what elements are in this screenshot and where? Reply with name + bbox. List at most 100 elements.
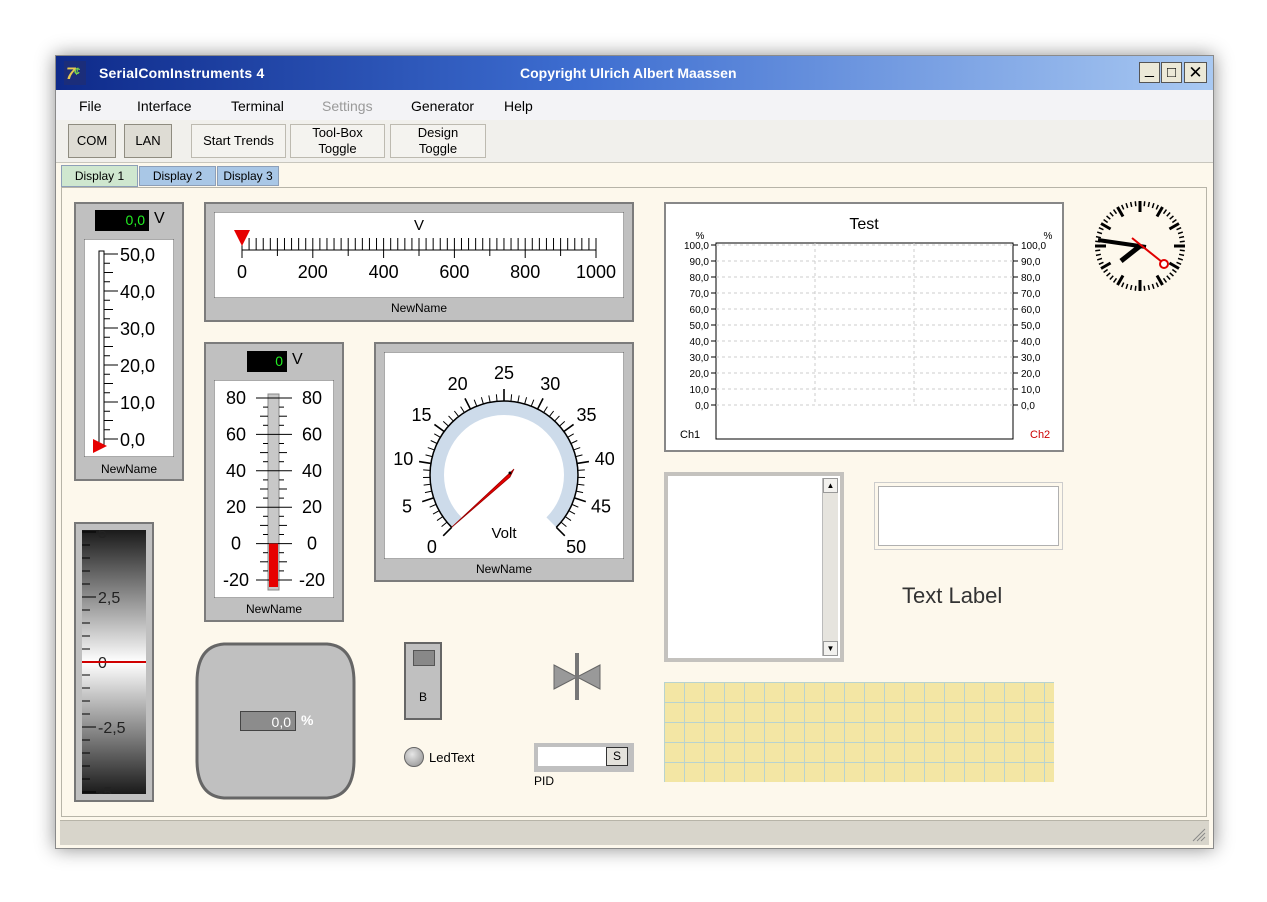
gauge-tick-label: 15 <box>411 405 431 425</box>
tab-strip: Display 1 Display 2 Display 3 <box>56 163 1213 187</box>
minimize-button[interactable]: _ <box>1139 61 1160 83</box>
clock-minute-mark <box>1176 261 1182 265</box>
clock-minute-mark <box>1103 218 1109 224</box>
menu-help[interactable]: Help <box>504 98 533 114</box>
vertical-meter-tick-label: 50,0 <box>120 245 155 265</box>
slide-scale: 5 2,5 0 -2,5 -5 <box>82 530 146 794</box>
clock-minute-mark <box>1112 209 1118 215</box>
text-box[interactable] <box>874 482 1063 550</box>
clock-minute-mark <box>1109 275 1114 280</box>
gauge-panel[interactable]: 0 5 10 15 20 25 30 35 40 45 50 Volt NewName <box>374 342 634 582</box>
trend-left-tick-label: 40,0 <box>690 337 710 348</box>
switch-label: B <box>418 690 427 704</box>
vertical-meter-value: 0,0 <box>95 210 149 231</box>
horizontal-meter-scale: V 0 200 400 600 800 1000 <box>214 212 624 298</box>
clock-minute-mark <box>1151 202 1155 209</box>
gauge-tick-label: 45 <box>591 497 611 517</box>
clock-minute-mark <box>1162 209 1168 215</box>
design-toggle-button[interactable]: Design Toggle <box>390 124 486 158</box>
vertical-meter-tick-label: 0,0 <box>120 430 145 450</box>
grid-panel[interactable] <box>664 682 1054 782</box>
pid-control[interactable]: S <box>534 743 634 772</box>
title-bar[interactable]: 7 ¢ SerialComInstruments 4 Copyright Ulr… <box>56 56 1213 90</box>
clock-minute-mark <box>1134 285 1137 291</box>
clock-minute-mark <box>1147 284 1151 291</box>
close-button[interactable]: ✕ <box>1184 62 1207 83</box>
menu-settings[interactable]: Settings <box>322 98 373 114</box>
lan-button[interactable]: LAN <box>124 124 172 158</box>
menu-file[interactable]: File <box>79 98 102 114</box>
clock-minute-mark <box>1103 268 1109 274</box>
pid-label: PID <box>534 774 555 788</box>
clock-minute-mark <box>1106 215 1111 220</box>
menu-generator[interactable]: Generator <box>411 98 474 114</box>
thermometer-tick-label-right: 20 <box>302 497 322 517</box>
tank[interactable]: 0,0 % <box>194 642 357 800</box>
clock-minute-mark <box>1129 284 1133 291</box>
clock-hour-mark <box>1116 206 1125 218</box>
clock-minute-mark <box>1134 201 1137 207</box>
copyright-text: Copyright Ulrich Albert Maassen <box>520 65 737 81</box>
menu-terminal[interactable]: Terminal <box>231 98 284 114</box>
trend-right-tick-label: 60,0 <box>1021 305 1041 316</box>
clock-minute-mark <box>1155 282 1159 288</box>
clock-minute-mark <box>1169 215 1174 220</box>
clock-minute-mark <box>1162 277 1168 283</box>
vertical-meter-unit: V <box>154 210 165 227</box>
list-scrollbar[interactable]: ▲ ▼ <box>822 478 838 656</box>
trend-right-tick-label: 30,0 <box>1021 353 1041 364</box>
tab-display-3[interactable]: Display 3 <box>217 166 279 186</box>
clock-minute-mark <box>1125 202 1129 209</box>
menu-interface[interactable]: Interface <box>137 98 191 114</box>
trend-right-tick-label: 70,0 <box>1021 289 1041 300</box>
thermometer-panel[interactable]: 0 V 80 80 60 60 40 40 20 20 0 0 -20 -20 NewName <box>204 342 344 622</box>
trend-chart[interactable]: Test % % 100,0 100,0 90,0 90,0 80,0 80,0 70,0 7… <box>664 202 1064 452</box>
com-button[interactable]: COM <box>68 124 116 158</box>
clock-minute-mark <box>1125 283 1129 290</box>
list-box[interactable]: ▲ ▼ <box>664 472 844 662</box>
slide-scale-tick-label: 2,5 <box>98 590 120 607</box>
toolbox-toggle-button[interactable]: Tool-Box Toggle <box>290 124 385 158</box>
trend-right-tick-label: 100,0 <box>1021 241 1046 252</box>
pid-input[interactable] <box>538 747 606 766</box>
app-window: 7 ¢ SerialComInstruments 4 Copyright Ulr… <box>55 55 1214 849</box>
horizontal-meter-panel[interactable]: V 0 200 400 600 800 1000 NewName <box>204 202 634 322</box>
tab-display-1[interactable]: Display 1 <box>61 165 138 187</box>
clock-hour-mark <box>1155 206 1164 218</box>
vertical-meter-tick-label: 40,0 <box>120 282 155 302</box>
tab-display-2[interactable]: Display 2 <box>139 166 216 186</box>
scroll-up-arrow-icon[interactable]: ▲ <box>823 478 838 493</box>
thermometer-tick-label-left: 0 <box>231 534 241 554</box>
trend-ch2-label: Ch2 <box>1030 429 1050 441</box>
vertical-meter-panel[interactable]: 0,0 V 50,0 40,0 30,0 20,0 10,0 0,0 NewName <box>74 202 184 481</box>
trend-left-tick-label: 60,0 <box>690 305 710 316</box>
trend-chart-title: Test <box>849 216 879 233</box>
trend-left-tick-label: 70,0 <box>690 289 710 300</box>
analog-clock <box>1095 201 1185 291</box>
resize-grip-icon[interactable] <box>1192 828 1206 842</box>
status-bar <box>60 820 1209 845</box>
start-trends-button[interactable]: Start Trends <box>191 124 286 158</box>
gauge-minor-tick <box>495 394 498 402</box>
horizontal-meter-tick-label: 1000 <box>576 262 616 282</box>
scroll-down-arrow-icon[interactable]: ▼ <box>823 641 838 656</box>
clock-minute-mark <box>1095 253 1102 257</box>
gauge-tick-label: 35 <box>577 405 597 425</box>
clock-minute-mark <box>1112 277 1118 283</box>
clock-minute-mark <box>1166 212 1171 217</box>
toolbar: COM LAN Start Trends Tool-Box Toggle Des… <box>56 120 1213 163</box>
display-canvas: 0,0 V 50,0 40,0 30,0 20,0 10,0 0,0 NewName V … <box>61 187 1207 817</box>
clock-minute-mark <box>1176 227 1182 231</box>
thermometer-tick-label-left: 80 <box>226 388 246 408</box>
trend-left-tick-label: 100,0 <box>684 241 709 252</box>
clock-minute-mark <box>1177 231 1184 235</box>
pid-set-button[interactable]: S <box>606 747 628 766</box>
toggle-switch[interactable]: B <box>404 642 442 720</box>
trend-right-tick-label: 80,0 <box>1021 273 1041 284</box>
gauge-name: NewName <box>475 562 532 576</box>
maximize-button[interactable]: □ <box>1161 62 1182 83</box>
trend-right-tick-label: 90,0 <box>1021 257 1041 268</box>
clock-minute-mark <box>1096 231 1103 235</box>
valve-icon[interactable] <box>550 650 604 704</box>
slide-scale-panel[interactable]: 5 2,5 0 -2,5 -5 <box>74 522 154 802</box>
